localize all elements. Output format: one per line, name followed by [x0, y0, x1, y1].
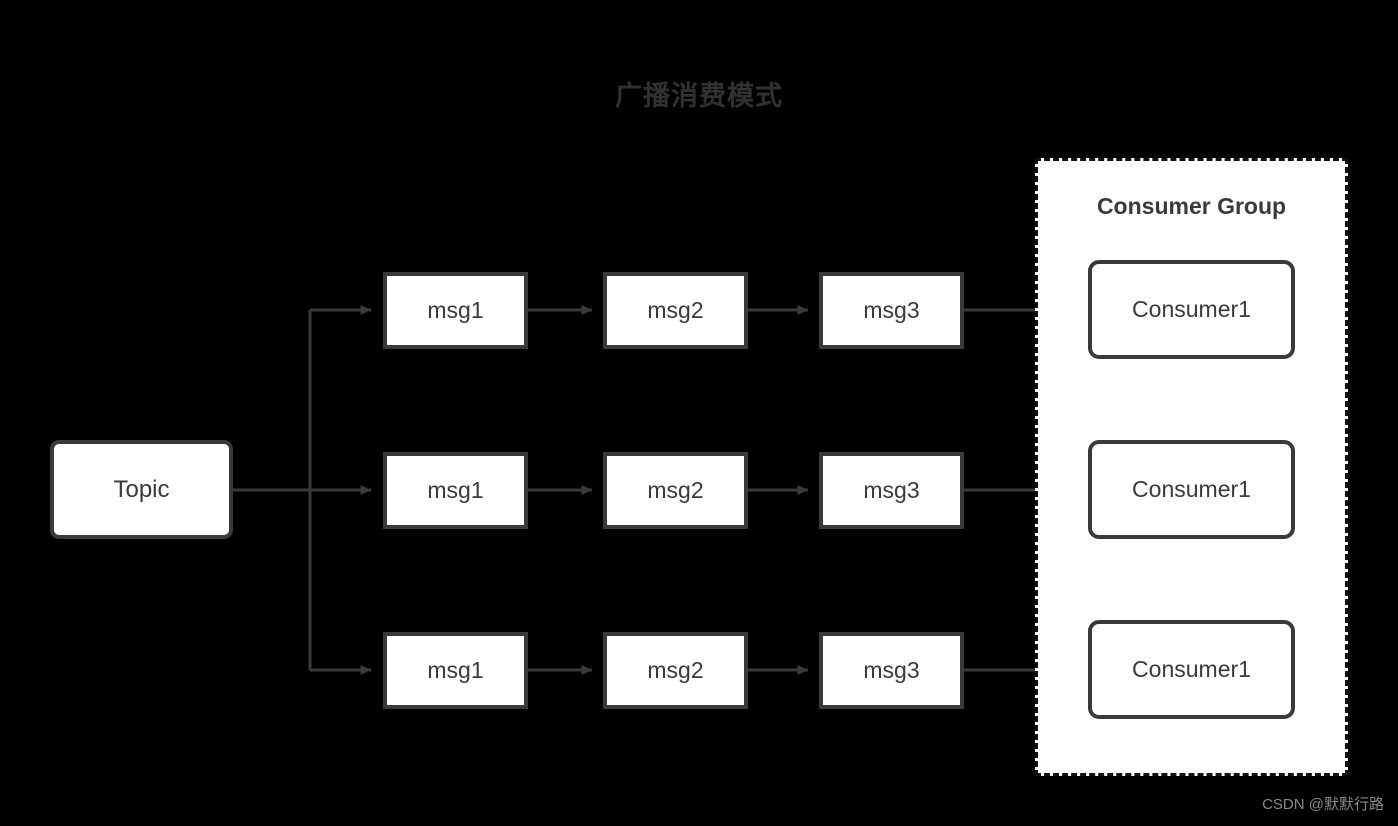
consumer-node[interactable]: Consumer1 [1088, 260, 1295, 359]
message-label: msg2 [647, 657, 704, 683]
message-label: msg2 [647, 297, 704, 323]
consumer-node[interactable]: Consumer1 [1088, 440, 1295, 539]
topic-node[interactable]: Topic [50, 440, 233, 539]
consumer-node[interactable]: Consumer1 [1088, 620, 1295, 719]
message-label: msg3 [863, 297, 920, 323]
message-label: msg2 [647, 477, 704, 503]
message-node[interactable]: msg1 [383, 272, 528, 349]
message-node[interactable]: msg1 [383, 632, 528, 709]
message-label: msg1 [427, 297, 484, 323]
message-label: msg1 [427, 477, 484, 503]
consumer-label: Consumer1 [1132, 656, 1251, 682]
consumer-label: Consumer1 [1132, 296, 1251, 322]
topic-label: Topic [113, 475, 170, 503]
message-node[interactable]: msg3 [819, 452, 964, 529]
message-node[interactable]: msg1 [383, 452, 528, 529]
message-label: msg3 [863, 477, 920, 503]
edge-topic-trunk [233, 310, 312, 670]
diagram-canvas: 广播消费模式 Consumer Group Topic msg1 msg2 ms… [0, 0, 1398, 826]
message-node[interactable]: msg3 [819, 632, 964, 709]
message-label: msg3 [863, 657, 920, 683]
message-label: msg1 [427, 657, 484, 683]
message-node[interactable]: msg3 [819, 272, 964, 349]
page-title: 广播消费模式 [615, 81, 783, 111]
consumer-label: Consumer1 [1132, 476, 1251, 502]
consumer-group-title: Consumer Group [1096, 193, 1287, 219]
message-node[interactable]: msg2 [603, 632, 748, 709]
watermark: CSDN @默默行路 [1262, 796, 1384, 813]
message-node[interactable]: msg2 [603, 272, 748, 349]
message-node[interactable]: msg2 [603, 452, 748, 529]
